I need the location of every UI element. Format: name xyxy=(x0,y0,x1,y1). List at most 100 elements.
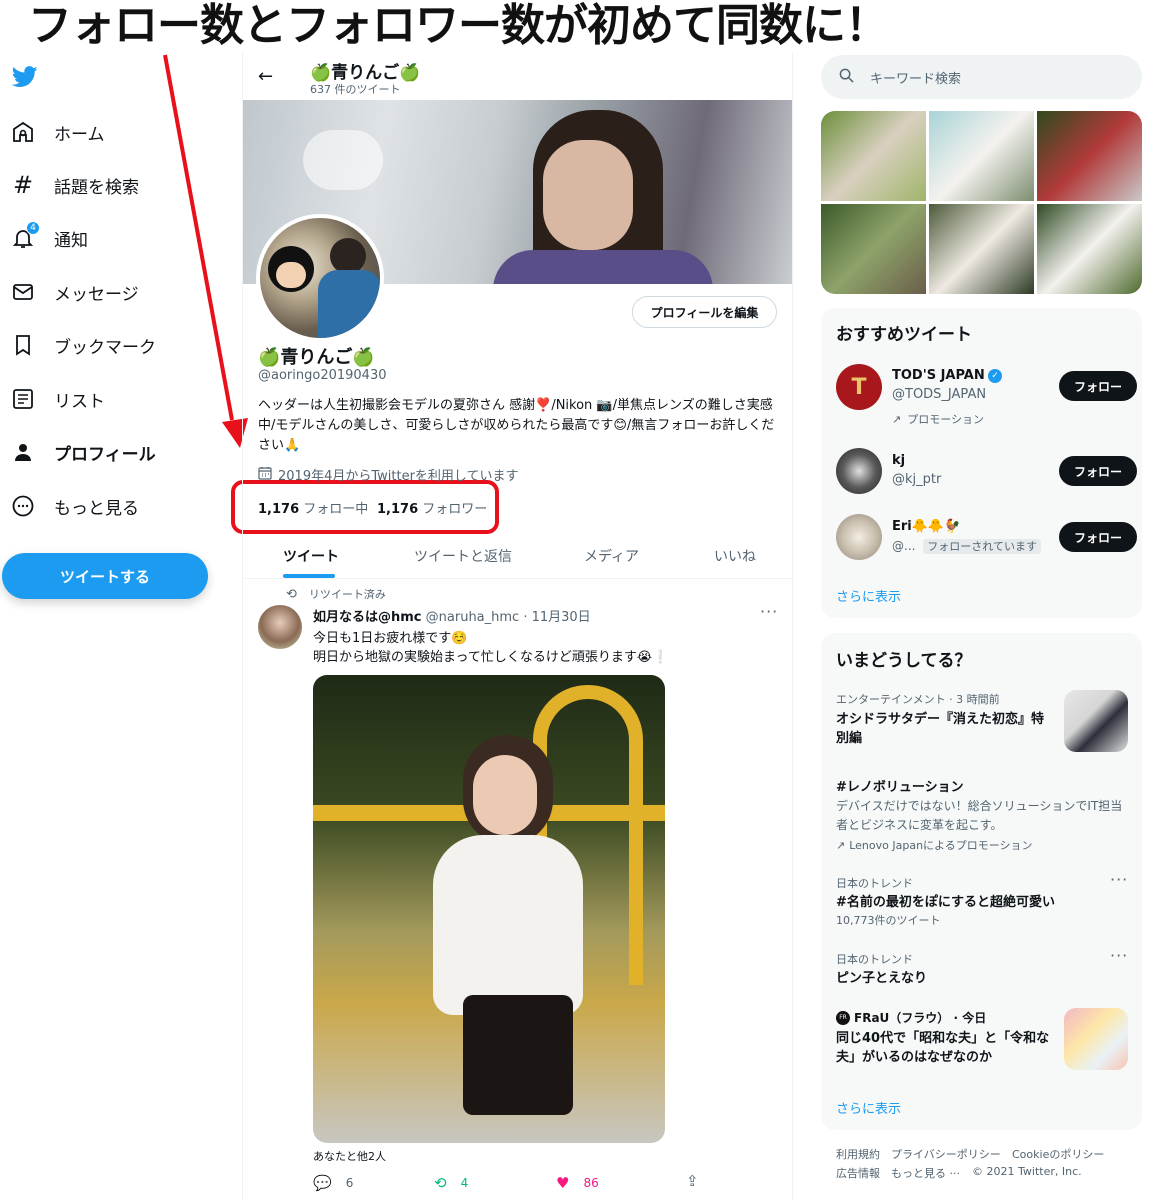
footer-more[interactable]: もっと見る ··· xyxy=(891,1165,960,1181)
tweet-author-name[interactable]: 如月なるは@hmc xyxy=(313,610,422,625)
media-thumb[interactable] xyxy=(929,204,1034,294)
followers-link[interactable]: 1,176 フォロワー xyxy=(377,498,487,517)
trend-meta-4: 日本のトレンド xyxy=(836,953,913,966)
following-link[interactable]: 1,176 フォロー中 xyxy=(258,498,368,517)
followers-label: フォロワー xyxy=(422,502,488,517)
trend-title-5[interactable]: 同じ40代で「昭和な夫」と「令和な夫」がいるのはなぜなのか xyxy=(836,1029,1056,1067)
back-arrow-icon[interactable]: ← xyxy=(258,66,273,87)
follow-button-2[interactable]: フォロー xyxy=(1059,456,1137,486)
followers-count: 1,176 xyxy=(377,502,419,517)
photo-blouse xyxy=(433,835,583,1015)
trend-title-4[interactable]: ピン子とえなり xyxy=(836,967,927,986)
follow-button-1[interactable]: フォロー xyxy=(1059,371,1137,401)
tweet-handle-date[interactable]: @naruha_hmc · 11月30日 xyxy=(426,610,591,625)
verified-badge-icon: ✓ xyxy=(988,369,1002,383)
nav-item-notifications[interactable]: 4 通知 xyxy=(10,218,88,258)
rec-note-1: プロモーション xyxy=(907,413,984,426)
tab-likes[interactable]: いいね xyxy=(714,546,756,566)
footer-terms[interactable]: 利用規約 xyxy=(836,1146,880,1162)
tweet-author-avatar[interactable] xyxy=(258,605,302,649)
media-thumb[interactable] xyxy=(1037,111,1142,201)
nav-label: もっと見る xyxy=(54,498,139,519)
media-thumb[interactable] xyxy=(821,111,926,201)
rec-handle-1: @TODS_JAPAN xyxy=(892,387,987,402)
footer-privacy[interactable]: プライバシーポリシー xyxy=(891,1146,1001,1162)
nav-item-lists[interactable]: リスト xyxy=(10,379,105,419)
banner-face xyxy=(543,140,633,250)
trend-meta-5: FRaU（フラウ） · 今日 xyxy=(854,1011,987,1025)
avatar-person-head xyxy=(330,238,366,274)
tweet-more-icon[interactable]: ··· xyxy=(760,602,778,621)
rec-name-1[interactable]: TOD'S JAPAN xyxy=(892,368,985,383)
search-placeholder: キーワード検索 xyxy=(870,71,962,87)
trend-promo-2-line: ↗ Lenovo Japanによるプロモーション xyxy=(836,837,1033,853)
eri-avatar[interactable] xyxy=(836,514,882,560)
reply-action[interactable]: 💬 6 xyxy=(313,1174,353,1192)
profile-joined: 2019年4月からTwitterを利用しています xyxy=(258,465,519,484)
trend-count-3: 10,773件のツイート xyxy=(836,914,941,927)
trend-more-icon[interactable]: ··· xyxy=(1110,946,1128,965)
bell-icon: 4 xyxy=(10,221,40,251)
footer-ads[interactable]: 広告情報 xyxy=(836,1165,880,1181)
rec-name-2[interactable]: kj xyxy=(892,453,905,468)
nav-label: プロフィール xyxy=(54,444,156,465)
rec-name-3[interactable]: Eri🐥🐥🐓 xyxy=(892,519,960,534)
trend-title-2[interactable]: #レノボリューション xyxy=(836,776,964,795)
tods-avatar[interactable]: T xyxy=(836,364,882,410)
frau-logo-icon: FR xyxy=(836,1010,850,1025)
rec-handle-3-line: @... フォローされています xyxy=(892,538,1041,554)
nav-label: ホーム xyxy=(54,124,105,145)
following-count: 1,176 xyxy=(258,502,300,517)
share-icon[interactable]: ⇪ xyxy=(686,1172,699,1190)
calendar-icon xyxy=(258,466,272,484)
reply-count: 6 xyxy=(345,1176,354,1190)
retweet-action[interactable]: ⟲ 4 xyxy=(434,1174,468,1192)
show-more-trends[interactable]: さらに表示 xyxy=(836,1098,901,1117)
profile-header-name: 🍏青りんご🍏 xyxy=(310,63,421,83)
media-thumb[interactable] xyxy=(821,204,926,294)
following-label: フォロー中 xyxy=(303,502,369,517)
trend-more-icon[interactable]: ··· xyxy=(1110,870,1128,889)
trend-title-1[interactable]: オシドラサタデー『消えた初恋』特別編 xyxy=(836,710,1056,748)
tab-tweets-replies[interactable]: ツイートと返信 xyxy=(414,546,512,566)
tweet-photo[interactable] xyxy=(313,675,665,1143)
trend-title-3[interactable]: #名前の最初をぽにすると超絶可愛い xyxy=(836,891,1055,910)
retweet-indicator: ⟲ リツイート済み xyxy=(286,586,386,602)
tweet-button[interactable]: ツイートする xyxy=(2,553,208,599)
trend-meta-3: 日本のトレンド xyxy=(836,877,913,890)
edit-profile-button[interactable]: プロフィールを編集 xyxy=(632,296,777,328)
envelope-icon xyxy=(10,279,36,305)
kj-avatar[interactable] xyxy=(836,448,882,494)
tab-tweets[interactable]: ツイート xyxy=(283,546,339,566)
nav-item-home[interactable]: ホーム xyxy=(10,112,105,152)
liked-by[interactable]: あなたと他2人 xyxy=(313,1148,386,1164)
hashtag-icon: # xyxy=(12,171,34,199)
nav-item-explore[interactable]: # 話題を検索 xyxy=(10,165,139,205)
trend-meta-1: エンターテインメント · 3 時間前 xyxy=(836,693,1000,706)
banner-clothes xyxy=(493,250,713,284)
avatar-person-body xyxy=(318,270,380,338)
nav-label: リスト xyxy=(54,391,105,412)
follow-button-3[interactable]: フォロー xyxy=(1059,522,1137,552)
tab-media[interactable]: メディア xyxy=(584,546,639,566)
nav-item-bookmarks[interactable]: ブックマーク xyxy=(10,325,156,365)
nav-item-more[interactable]: もっと見る xyxy=(10,486,139,526)
joined-text: 2019年4月からTwitterを利用しています xyxy=(278,469,519,484)
trend-thumb-5[interactable] xyxy=(1064,1008,1128,1070)
media-thumb[interactable] xyxy=(1037,204,1142,294)
nav-item-profile[interactable]: プロフィール xyxy=(10,432,156,472)
footer-cookie[interactable]: Cookieのポリシー xyxy=(1012,1146,1104,1162)
twitter-logo-icon[interactable] xyxy=(11,66,38,92)
tweet-text-line1: 今日も1日お疲れ様です☺️ xyxy=(313,631,468,646)
show-more-recommended[interactable]: さらに表示 xyxy=(836,586,901,605)
media-thumb[interactable] xyxy=(929,111,1034,201)
like-action[interactable]: ♥ 86 xyxy=(556,1174,599,1192)
search-box[interactable]: キーワード検索 xyxy=(821,55,1142,99)
trend-thumb-1[interactable] xyxy=(1064,690,1128,752)
profile-avatar[interactable] xyxy=(256,214,384,342)
banner-blossom xyxy=(303,130,383,190)
trend-promo-2: Lenovo Japanによるプロモーション xyxy=(849,839,1033,852)
tabs-divider xyxy=(243,578,792,579)
nav-item-messages[interactable]: メッセージ xyxy=(10,272,139,312)
rec-handle-2: @kj_ptr xyxy=(892,472,942,487)
